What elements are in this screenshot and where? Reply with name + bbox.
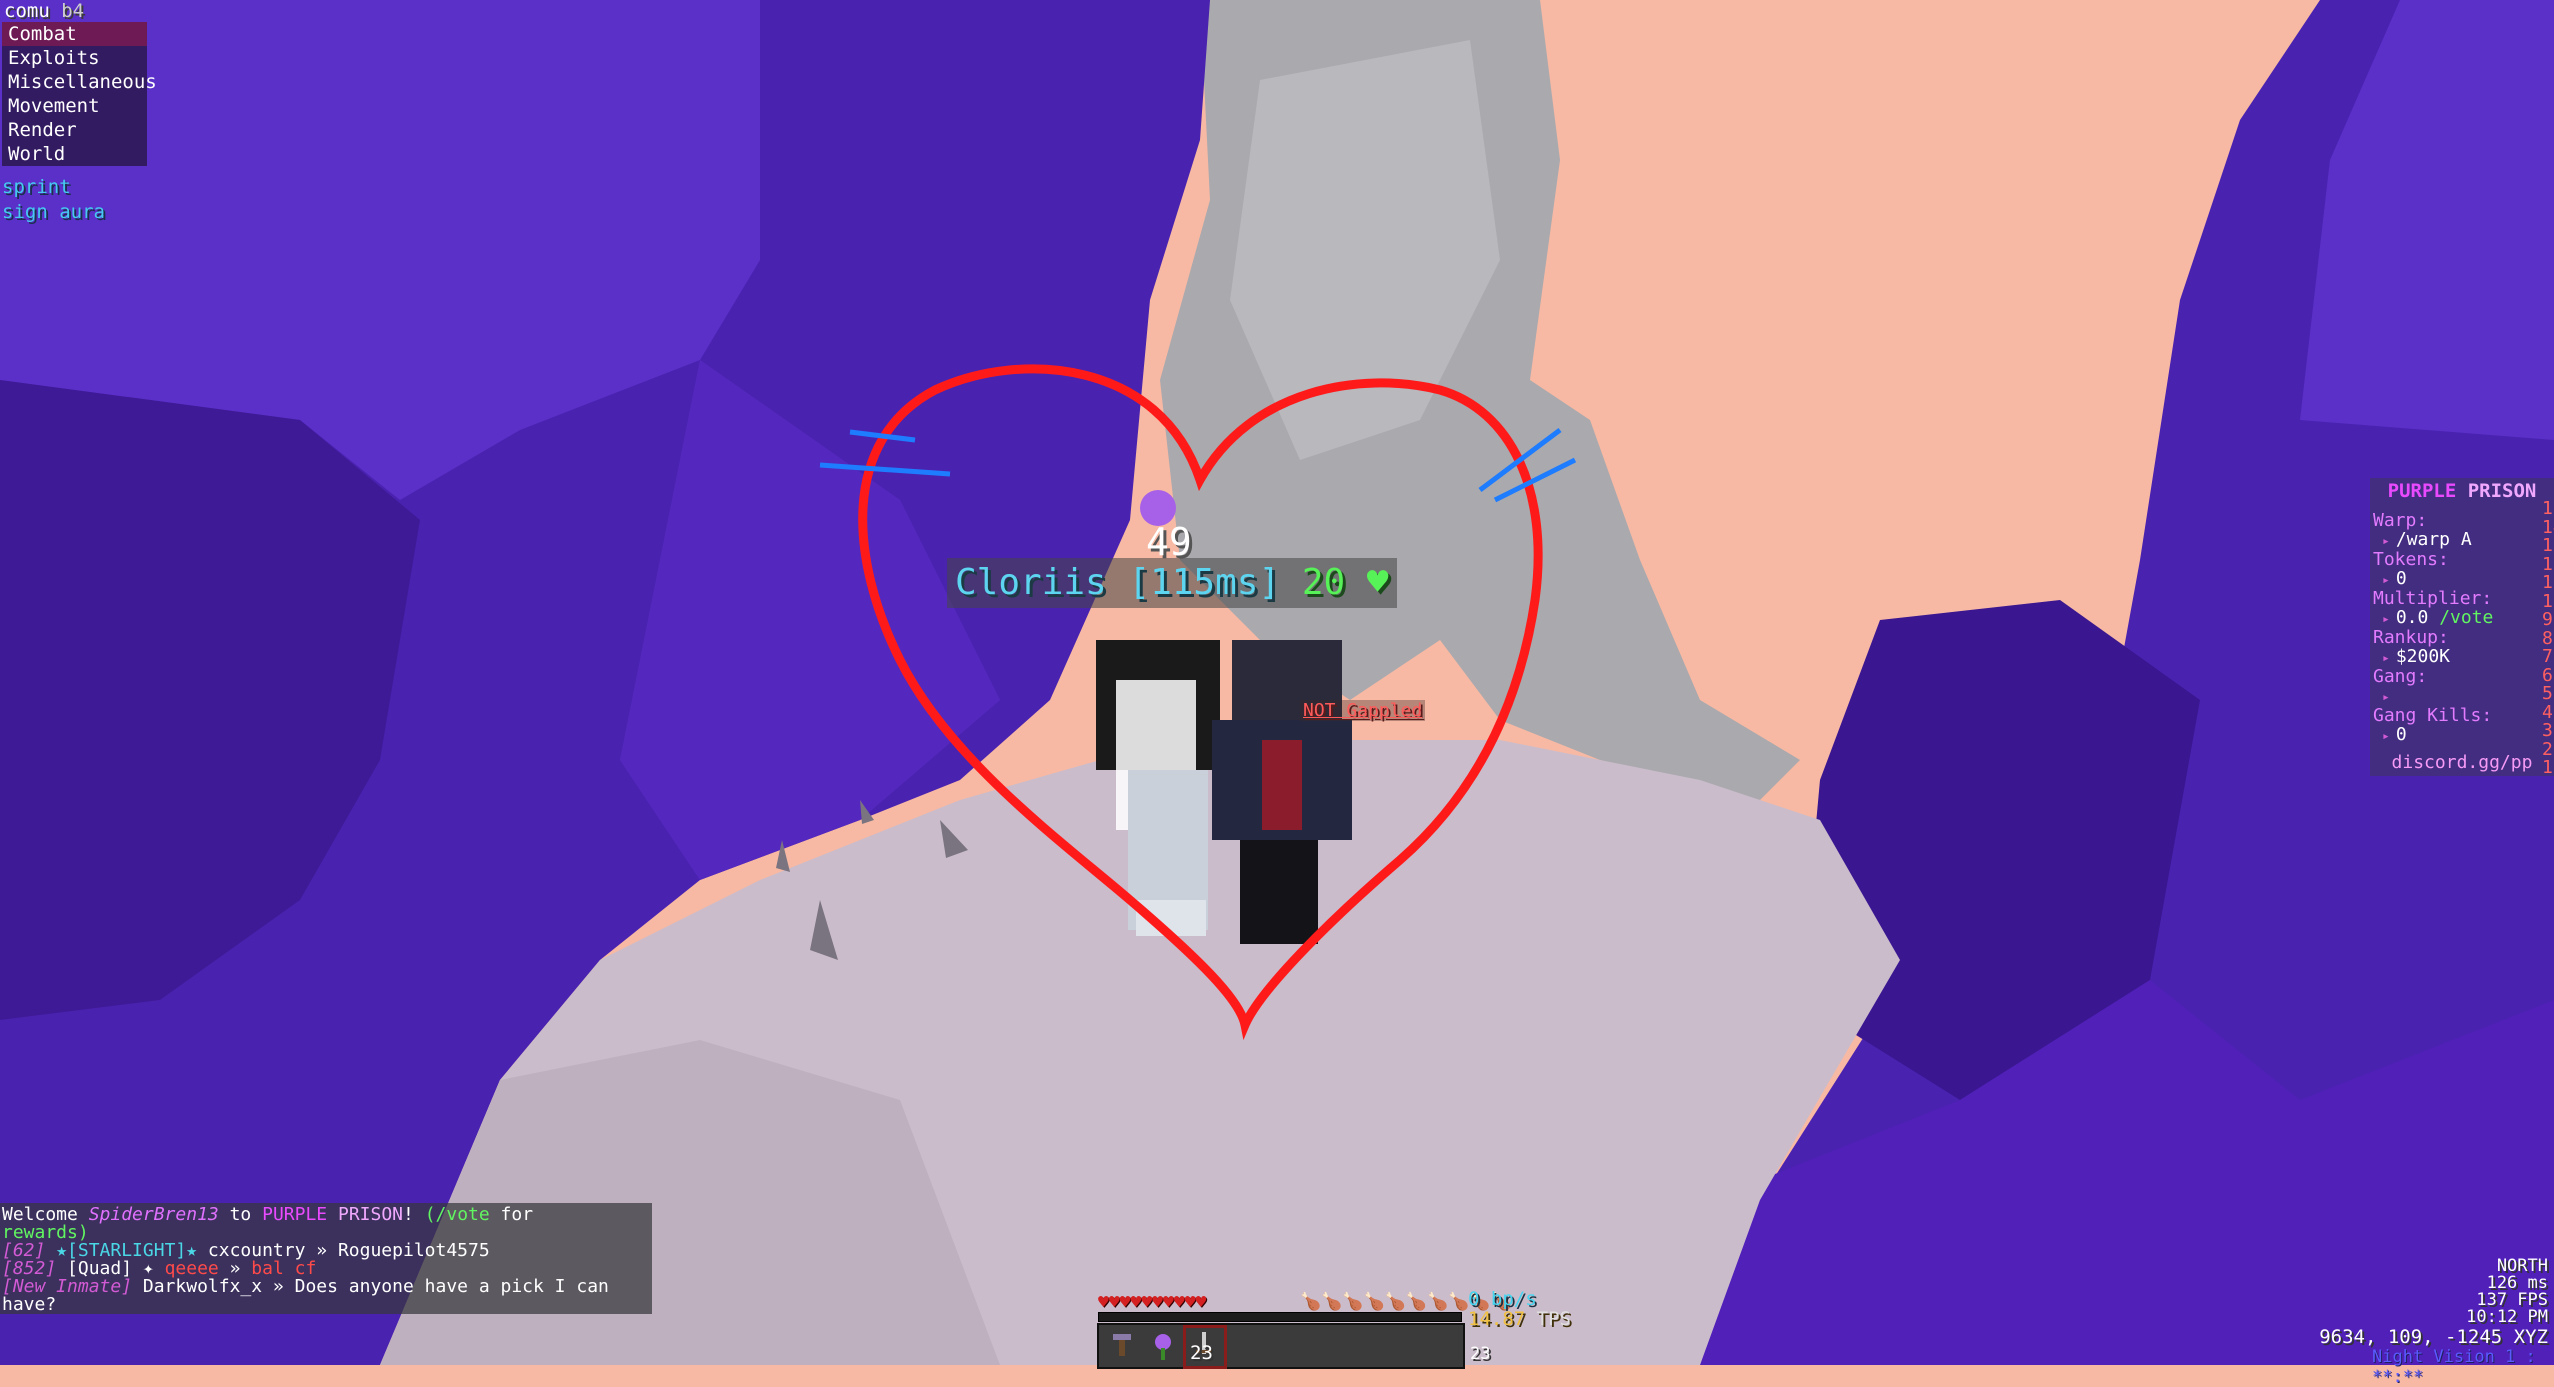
blocks-per-second: 0 bp/s [1468,1288,1537,1310]
tokens-row: ▸ 0 [2370,567,2554,591]
line-number: 15 [2542,498,2554,519]
flower-icon [1155,1334,1171,1360]
health-hearts: ♥♥♥♥♥♥♥♥♥♥ [1098,1292,1207,1313]
gang-row: ▸ [2370,687,2554,708]
chat-line: [New Inmate] Darkwolfx_x » Does anyone h… [0,1278,652,1296]
tps-value: 14.87 [1468,1308,1526,1330]
gang-label: Gang: [2373,666,2428,687]
multiplier-vote: /vote [2439,606,2494,628]
coordinates-readout: 9634, 109, -1245 XYZ [2319,1326,2548,1348]
chat-text: Darkwolfx_x » Does anyone have a pick I … [132,1276,609,1297]
chat-text: to [218,1204,263,1225]
chat-line: Welcome SpiderBren13 to PURPLE PRISON! (… [0,1206,652,1224]
gapple-status-tag: NOT Gappled [1300,700,1426,721]
scoreboard-title: PURPLE PRISON [2370,478,2554,504]
player-ping: [115ms] [1128,562,1281,603]
module-category-list: Combat Exploits Miscellaneous Movement R… [2,22,157,166]
line-number: 7 [2542,646,2553,667]
heart-icon: ♥ [1366,562,1389,603]
warp-row: ▸ /warp A [2370,528,2554,552]
module-category-combat[interactable]: Combat [2,22,147,46]
line-number: 5 [2542,683,2553,704]
line-number: 3 [2542,720,2553,741]
clock-readout: 10:12 PM [2466,1307,2548,1327]
module-category-miscellaneous[interactable]: Miscellaneous [2,70,157,94]
scoreboard-title-purple: PURPLE [2387,480,2457,502]
module-category-movement[interactable]: Movement [2,94,147,118]
warp-value: /warp A [2395,528,2472,550]
player-name: Cloriis [955,562,1107,603]
scoreboard: PURPLE PRISON Warp: ▸/warp A Tokens: ▸ 0 … [2370,478,2554,776]
line-number: 1 [2542,757,2553,778]
player-nametag: Cloriis [115ms] 20 ♥ [947,558,1397,608]
tps-label: TPS [1525,1308,1571,1330]
client-name: comu [4,0,50,22]
arrow-icon: ▸ [2382,572,2390,588]
client-version: b4 [61,0,85,22]
hotbar-slot-2[interactable] [1145,1328,1181,1364]
line-number: 13 [2542,535,2554,556]
arrow-icon: ▸ [2382,533,2390,549]
experience-bar [1098,1312,1462,1322]
chat-box: Welcome SpiderBren13 to PURPLE PRISON! (… [0,1203,652,1314]
game-world [0,0,2554,1365]
chat-text: for [489,1204,534,1225]
arrow-icon: ▸ [2382,611,2390,627]
chat-server-name: PURPLE [262,1204,328,1225]
multiplier-value: 0.0 [2395,606,2429,628]
hotbar[interactable] [1097,1323,1465,1369]
arrow-icon: ▸ [2382,689,2390,705]
module-category-world[interactable]: World [2,142,147,166]
chat-text: ! [403,1204,425,1225]
extra-counter: 23 [1470,1344,1491,1364]
chat-player-name: SpiderBren13 [88,1204,219,1225]
gang-kills-row: ▸ 0 [2370,723,2554,747]
scoreboard-line-numbers: 15 14 13 12 11 10 9 8 7 6 5 4 3 2 1 [2542,498,2554,778]
tokens-value: 0 [2395,567,2407,589]
arrow-icon: ▸ [2382,728,2390,744]
discord-link: discord.gg/pp [2391,752,2533,773]
chat-line: have? [2,1294,57,1315]
hotbar-item-count: 23 [1190,1342,1213,1364]
enabled-module-sprint: sprint [2,176,71,198]
line-number: 11 [2542,572,2554,593]
gang-kills-value: 0 [2395,723,2407,745]
rankup-value: $200K [2395,645,2451,667]
module-category-exploits[interactable]: Exploits [2,46,147,70]
chat-server-name: PRISON [327,1204,403,1225]
arrow-icon: ▸ [2382,650,2390,666]
player-health: 20 [1301,562,1346,603]
chat-vote-command: (/vote [424,1204,490,1225]
rankup-row: ▸ $200K [2370,645,2554,669]
server-tps: 14.87 TPS [1468,1308,1571,1330]
pickaxe-icon [1113,1334,1131,1356]
line-number: 9 [2542,609,2553,630]
scoreboard-title-prison: PRISON [2467,480,2537,502]
client-title: comu b4 [4,0,84,22]
enabled-module-sign-aura: sign aura [2,201,105,223]
multiplier-row: ▸ 0.0 /vote [2370,606,2554,630]
hotbar-slot-1[interactable] [1105,1328,1141,1364]
effect-night-vision: Night Vision 1 : **:** [2372,1347,2536,1387]
module-category-render[interactable]: Render [2,118,147,142]
